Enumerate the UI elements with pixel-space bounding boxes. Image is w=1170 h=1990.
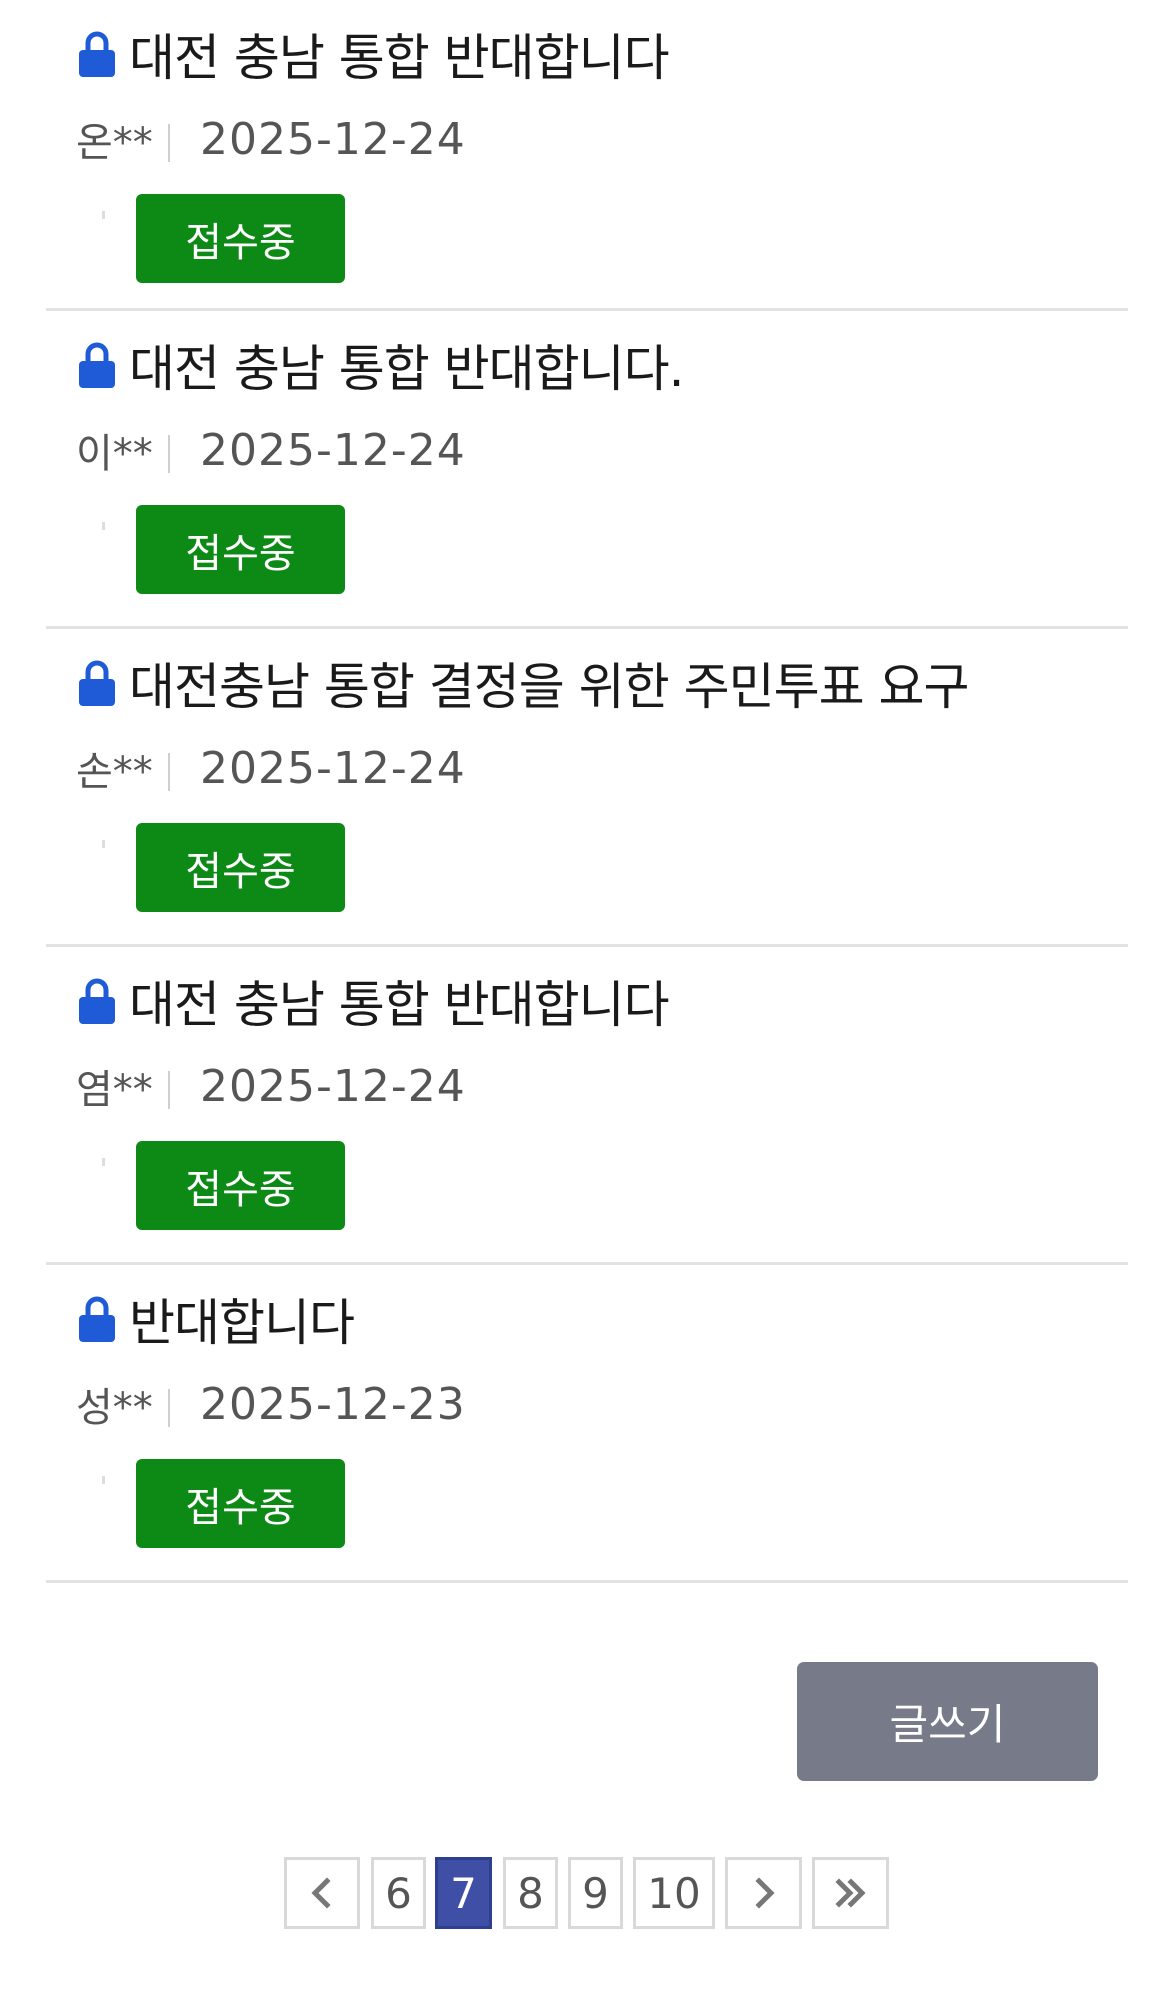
divider-mark [102,522,105,530]
status-badge: 접수중 [136,1141,345,1230]
post-title-row[interactable]: 대전 충남 통합 반대합니다 [77,18,670,90]
post-title-row[interactable]: 반대합니다 [77,1283,355,1355]
prev-page-button[interactable] [284,1857,360,1929]
status-badge: 접수중 [136,194,345,283]
status-badge: 접수중 [136,823,345,912]
post-date: 2025-12-24 [200,113,466,165]
divider-mark [102,1158,105,1166]
list-item[interactable]: 대전 충남 통합 반대합니다 온** 2025-12-24 접수중 [46,0,1128,311]
post-meta: 온** 2025-12-24 [76,110,466,168]
post-title[interactable]: 대전 충남 통합 반대합니다. [129,329,685,401]
pagination: 6 7 8 9 10 [0,1857,1170,1929]
post-title-row[interactable]: 대전 충남 통합 반대합니다. [77,329,685,401]
chevron-left-icon [311,1877,331,1909]
page-10[interactable]: 10 [633,1857,715,1929]
lock-icon [77,340,117,390]
double-chevron-right-icon [834,1878,866,1908]
post-meta: 손** 2025-12-24 [76,739,466,797]
divider-mark [102,840,105,848]
next-page-button[interactable] [725,1857,802,1929]
meta-divider [168,124,170,162]
post-date: 2025-12-24 [200,1060,466,1112]
post-author: 손** [76,749,153,795]
post-meta: 염** 2025-12-24 [76,1057,466,1115]
meta-divider [168,1389,170,1427]
post-title[interactable]: 반대합니다 [129,1283,355,1355]
divider-mark [102,1476,105,1484]
list-item[interactable]: 반대합니다 성** 2025-12-23 접수중 [46,1265,1128,1583]
page-7[interactable]: 7 [435,1857,492,1929]
meta-divider [168,435,170,473]
post-title[interactable]: 대전충남 통합 결정을 위한 주민투표 요구 [129,647,969,719]
page-8[interactable]: 8 [503,1857,558,1929]
post-meta: 성** 2025-12-23 [76,1375,466,1433]
post-meta: 이** 2025-12-24 [76,421,466,479]
post-title-row[interactable]: 대전 충남 통합 반대합니다 [77,965,670,1037]
meta-divider [168,1071,170,1109]
post-author: 염** [76,1067,153,1113]
post-author: 성** [76,1385,153,1431]
page-6[interactable]: 6 [371,1857,426,1929]
post-title[interactable]: 대전 충남 통합 반대합니다 [129,18,670,90]
post-date: 2025-12-24 [200,742,466,794]
lock-icon [77,658,117,708]
lock-icon [77,29,117,79]
list-item[interactable]: 대전 충남 통합 반대합니다 염** 2025-12-24 접수중 [46,947,1128,1265]
post-title-row[interactable]: 대전충남 통합 결정을 위한 주민투표 요구 [77,647,969,719]
post-author: 온** [76,120,153,166]
last-page-button[interactable] [812,1857,889,1929]
list-item[interactable]: 대전 충남 통합 반대합니다. 이** 2025-12-24 접수중 [46,311,1128,629]
post-date: 2025-12-24 [200,424,466,476]
post-date: 2025-12-23 [200,1378,466,1430]
status-badge: 접수중 [136,505,345,594]
lock-icon [77,976,117,1026]
page-9[interactable]: 9 [568,1857,623,1929]
post-list: 대전 충남 통합 반대합니다 온** 2025-12-24 접수중 대전 충남 … [46,0,1128,1583]
lock-icon [77,1294,117,1344]
write-button[interactable]: 글쓰기 [797,1662,1098,1781]
post-author: 이** [76,431,153,477]
list-item[interactable]: 대전충남 통합 결정을 위한 주민투표 요구 손** 2025-12-24 접수… [46,629,1128,947]
meta-divider [168,753,170,791]
chevron-right-icon [754,1877,775,1909]
status-badge: 접수중 [136,1459,345,1548]
post-title[interactable]: 대전 충남 통합 반대합니다 [129,965,670,1037]
divider-mark [102,211,105,219]
